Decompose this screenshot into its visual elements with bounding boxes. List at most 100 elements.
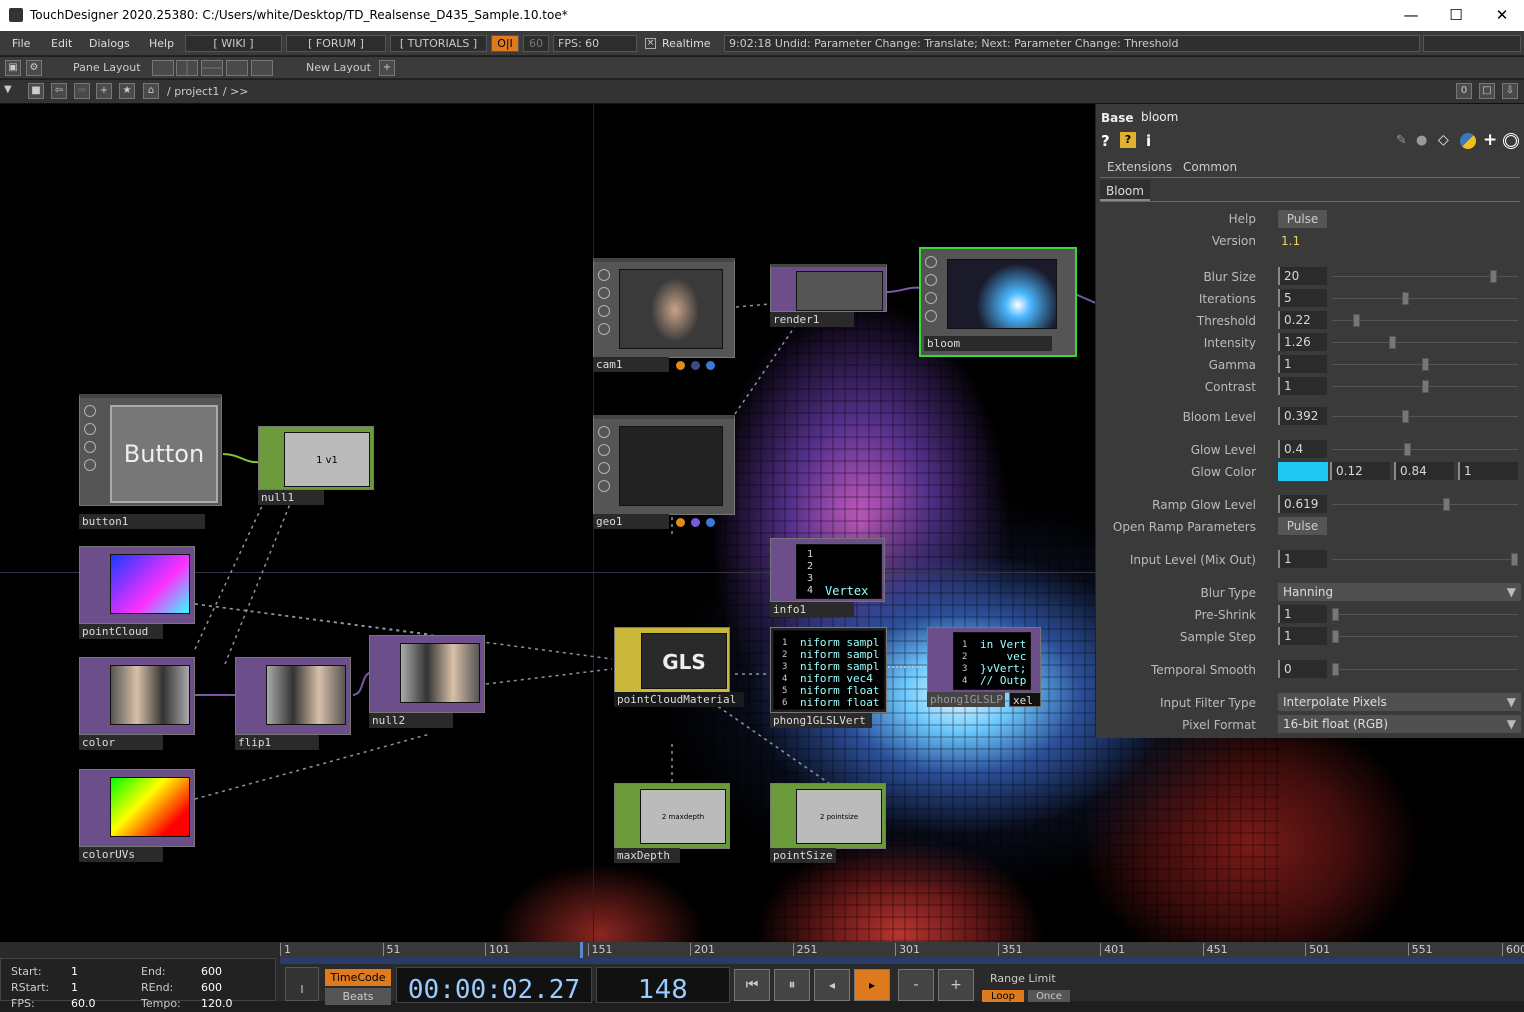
param-field-0[interactable]: 20: [1278, 267, 1327, 285]
pointCloudMaterial-node[interactable]: GLS: [614, 627, 730, 693]
glow-color-b-field[interactable]: 0.84: [1394, 462, 1454, 480]
param-field-5[interactable]: 1: [1278, 377, 1327, 395]
counter-field[interactable]: 0: [1456, 83, 1472, 99]
color-node[interactable]: [79, 657, 195, 735]
colorUVs-label[interactable]: colorUVs: [79, 847, 163, 862]
pixfmt-dropdown[interactable]: 16-bit float (RGB) ▼: [1278, 715, 1521, 733]
param-slider-5[interactable]: [1332, 380, 1518, 393]
comment-icon[interactable]: ●: [1416, 133, 1427, 148]
null2-node[interactable]: [369, 635, 485, 713]
temporal-field[interactable]: 0: [1278, 660, 1327, 678]
once-button[interactable]: Once: [1028, 990, 1070, 1002]
wiki-button[interactable]: [ WIKI ]: [185, 35, 282, 52]
param-field-4[interactable]: 1: [1278, 355, 1327, 373]
menu-edit[interactable]: Edit: [51, 37, 72, 50]
glow-level-slider[interactable]: [1332, 443, 1518, 456]
end-value[interactable]: 600: [201, 965, 222, 978]
render1-label[interactable]: render1: [770, 312, 854, 327]
menu-dialogs[interactable]: Dialogs: [89, 37, 130, 50]
viewer-toggle-icon[interactable]: □: [1479, 83, 1495, 99]
flip1-node[interactable]: [235, 657, 351, 735]
button1-node[interactable]: Button: [79, 394, 222, 506]
slider-knob[interactable]: [1442, 498, 1450, 511]
edit-icon[interactable]: ✎: [1396, 133, 1407, 148]
info1-label[interactable]: info1: [770, 602, 854, 617]
slider-knob[interactable]: [1421, 380, 1429, 393]
glow-level-field[interactable]: 0.4: [1278, 440, 1327, 458]
blur-type-dropdown[interactable]: Hanning ▼: [1278, 583, 1521, 601]
new-layout-plus-icon[interactable]: +: [379, 60, 395, 76]
pointCloudMaterial-label[interactable]: pointCloudMaterial: [614, 692, 744, 707]
close-button[interactable]: ✕: [1487, 4, 1517, 26]
slider-knob[interactable]: [1332, 630, 1339, 643]
glow-color-swatch[interactable]: [1278, 462, 1328, 481]
null2-label[interactable]: null2: [369, 713, 453, 728]
op-help-icon[interactable]: ?: [1120, 132, 1136, 148]
pointCloud-label[interactable]: pointCloud: [79, 624, 163, 639]
rend-value[interactable]: 600: [201, 981, 222, 994]
timeline-range-bar[interactable]: [280, 958, 1524, 964]
bloom-label[interactable]: bloom: [924, 336, 1052, 351]
cam1-node[interactable]: [593, 258, 735, 358]
param-op-name[interactable]: bloom: [1141, 110, 1178, 124]
help-icon[interactable]: ?: [1101, 132, 1110, 150]
pause-icon[interactable]: ⏸: [774, 969, 810, 1001]
slider-knob[interactable]: [1401, 292, 1409, 305]
null1-label[interactable]: null1: [258, 490, 324, 505]
step-forward-button[interactable]: +: [938, 969, 974, 1001]
cam1-label[interactable]: cam1: [593, 357, 669, 372]
param-slider-2[interactable]: [1332, 314, 1518, 327]
phong1GLSLP-label[interactable]: phong1GLSLP: [927, 692, 1005, 707]
pane-type-icon[interactable]: ▣: [5, 60, 21, 76]
help-pulse-button[interactable]: Pulse: [1278, 210, 1327, 228]
slider-knob[interactable]: [1353, 314, 1361, 327]
stop-icon[interactable]: ■: [28, 83, 44, 99]
bloom-level-slider[interactable]: [1332, 410, 1518, 423]
slider-knob[interactable]: [1511, 553, 1518, 566]
maxDepth-node[interactable]: 2 maxdepth: [614, 783, 730, 849]
slider-knob[interactable]: [1403, 443, 1411, 456]
ramp-glow-slider[interactable]: [1332, 498, 1518, 511]
timeline-ruler[interactable]: 1 51 101 151 201 251 301 351 401 451 501 551 600: [280, 942, 1524, 958]
param-field-1[interactable]: 5: [1278, 289, 1327, 307]
sample-step-field[interactable]: 1: [1278, 627, 1327, 645]
maxDepth-label[interactable]: maxDepth: [614, 848, 680, 863]
timeline-i-button[interactable]: I: [285, 967, 319, 1001]
layout-four-icon[interactable]: [251, 60, 273, 76]
geo1-label[interactable]: geo1: [593, 514, 669, 529]
slider-knob[interactable]: [1421, 358, 1429, 371]
xel-label[interactable]: xel: [1009, 692, 1041, 707]
ramp-glow-field[interactable]: 0.619: [1278, 495, 1327, 513]
param-field-3[interactable]: 1.26: [1278, 333, 1327, 351]
preshrink-slider[interactable]: [1332, 608, 1518, 621]
color-label[interactable]: color: [79, 735, 163, 750]
param-slider-0[interactable]: [1332, 270, 1518, 283]
realtime-checkbox[interactable]: ×: [645, 38, 656, 49]
input-level-slider[interactable]: [1332, 553, 1518, 566]
flip1-label[interactable]: flip1: [235, 735, 319, 750]
play-forward-icon[interactable]: ▸: [854, 969, 890, 1001]
download-icon[interactable]: ⇩: [1502, 83, 1518, 99]
breadcrumb[interactable]: / project1 / >>: [167, 85, 249, 98]
forward-icon[interactable]: ⇨: [74, 83, 90, 99]
param-tab-base[interactable]: Base: [1101, 111, 1134, 125]
timecode-button[interactable]: TimeCode: [325, 969, 391, 986]
start-value[interactable]: 1: [71, 965, 78, 978]
back-icon[interactable]: ⇦: [51, 83, 67, 99]
sample-step-slider[interactable]: [1332, 630, 1518, 643]
button1-label[interactable]: button1: [79, 514, 205, 529]
home-icon[interactable]: ⌂: [143, 83, 159, 99]
forum-button[interactable]: [ FORUM ]: [286, 35, 386, 52]
page-bloom[interactable]: Bloom: [1100, 180, 1150, 201]
fps-value[interactable]: 60.0: [71, 997, 96, 1010]
play-reverse-icon[interactable]: ◂: [814, 969, 850, 1001]
network-icon[interactable]: ⚙: [26, 60, 42, 76]
glow-color-g-field[interactable]: 0.12: [1330, 462, 1390, 480]
rstart-value[interactable]: 1: [71, 981, 78, 994]
rewind-icon[interactable]: ⏮: [734, 969, 770, 1001]
phong1GLSLVert-node[interactable]: 1 2 3 4 5 6 niform sampl niform sampl ni…: [770, 627, 887, 713]
param-field-2[interactable]: 0.22: [1278, 311, 1327, 329]
bloom-level-field[interactable]: 0.392: [1278, 407, 1327, 425]
phong1GLSLVert-label[interactable]: phong1GLSLVert: [770, 713, 872, 728]
playhead[interactable]: [580, 942, 584, 958]
